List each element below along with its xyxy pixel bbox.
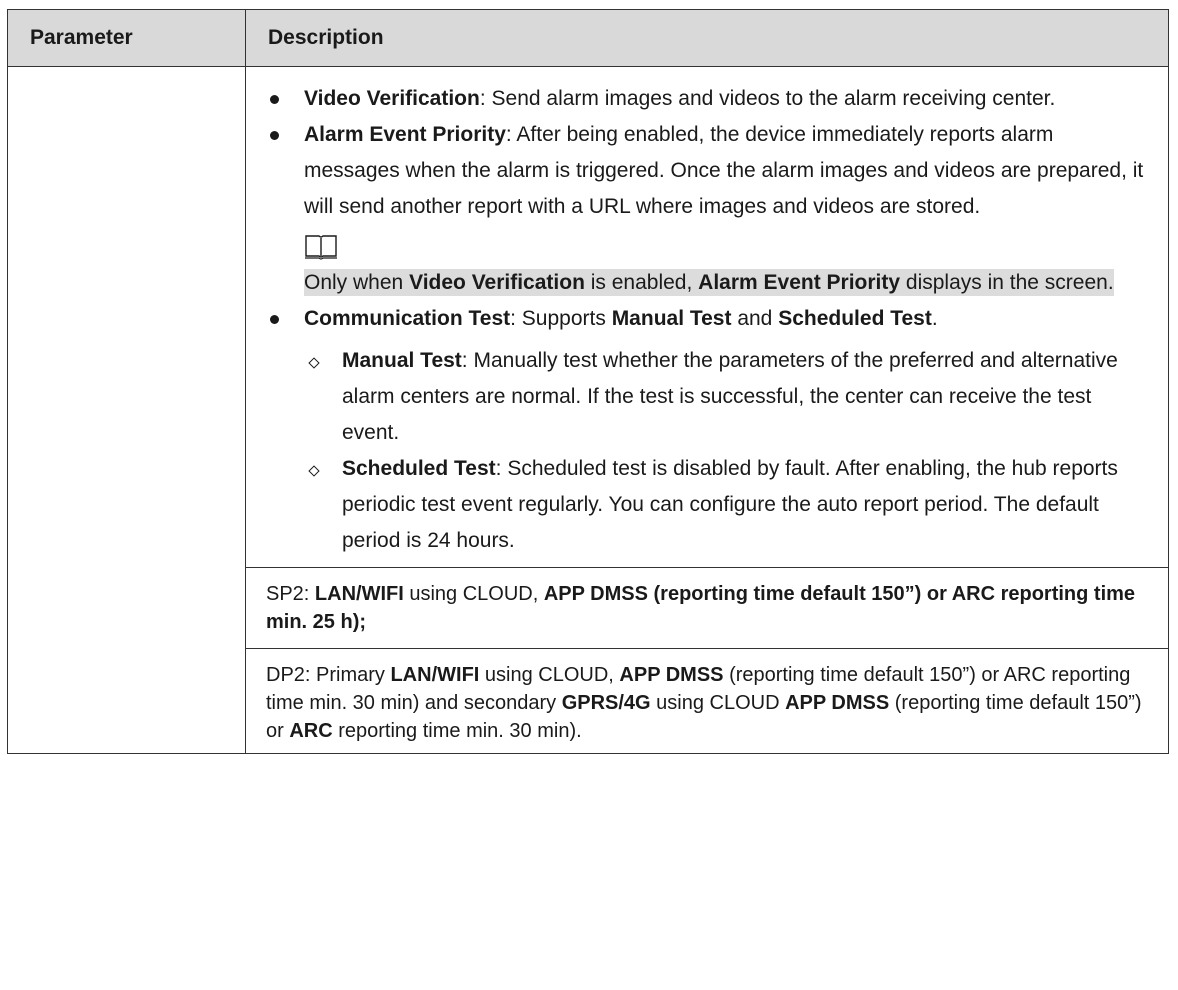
diamond-bullet-icon — [304, 343, 330, 451]
dp2-paragraph: DP2: Primary LAN/WIFI using CLOUD, APP D… — [246, 648, 1168, 753]
sub-item-manual-test: Manual Test: Manually test whether the p… — [304, 343, 1148, 451]
note-text-part: is enabled, — [584, 271, 699, 294]
comm-text-part: and — [731, 307, 779, 330]
table-header-row: Parameter Description — [7, 9, 1169, 67]
note-bold-video-verification: Video Verification — [409, 271, 585, 294]
list-item-communication-test: Communication Test: Supports Manual Test… — [266, 301, 1148, 337]
term-manual-test: Manual Test — [342, 349, 462, 372]
parameter-table: Parameter Description Video Verification… — [7, 9, 1169, 754]
term-alarm-event-priority: Alarm Event Priority — [304, 123, 506, 146]
dp2-text-part: reporting time min. 30 min). — [332, 720, 582, 742]
comm-bold-scheduled-test: Scheduled Test — [778, 307, 932, 330]
description-cell: Video Verification: Send alarm images an… — [245, 66, 1169, 754]
note-block: Only when Video Verification is enabled,… — [304, 233, 1148, 301]
comm-text-part: . — [931, 307, 938, 330]
comm-text-part: : Supports — [510, 307, 612, 330]
parameter-cell — [7, 66, 246, 754]
book-icon — [305, 235, 337, 260]
bullet-dot — [266, 81, 304, 117]
sp2-text-part: SP2: — [266, 583, 315, 605]
header-description: Description — [245, 9, 1169, 67]
description-main-block: Video Verification: Send alarm images an… — [246, 67, 1168, 567]
table-row: Video Verification: Send alarm images an… — [7, 66, 1169, 754]
term-video-verification: Video Verification — [304, 87, 480, 110]
sub-item-scheduled-test: Scheduled Test: Scheduled test is disabl… — [304, 451, 1148, 559]
note-text-part: Only when — [304, 271, 410, 294]
header-parameter: Parameter — [7, 9, 246, 67]
dp2-bold-app-dmss: APP DMSS — [619, 664, 724, 686]
desc-video-verification: : Send alarm images and videos to the al… — [479, 87, 1056, 110]
diamond-bullet-icon — [304, 451, 330, 559]
note-bold-alarm-event-priority: Alarm Event Priority — [698, 271, 901, 294]
dp2-bold-app-dmss-2: APP DMSS — [785, 692, 890, 714]
note-text: Only when Video Verification is enabled,… — [304, 269, 1114, 296]
list-item-alarm-event-priority: Alarm Event Priority: After being enable… — [266, 117, 1148, 225]
dp2-text-part: using CLOUD — [650, 692, 786, 714]
term-scheduled-test: Scheduled Test — [342, 457, 496, 480]
sp2-paragraph: SP2: LAN/WIFI using CLOUD, APP DMSS (rep… — [246, 567, 1168, 648]
sp2-bold-lan-wifi: LAN/WIFI — [314, 583, 404, 605]
dp2-bold-gprs-4g: GPRS/4G — [561, 692, 651, 714]
dp2-text-part: DP2: Primary — [266, 664, 391, 686]
dp2-bold-lan-wifi: LAN/WIFI — [390, 664, 480, 686]
comm-bold-manual-test: Manual Test — [611, 307, 732, 330]
bullet-dot — [266, 117, 304, 225]
sp2-text-part: using CLOUD, — [403, 583, 544, 605]
bullet-dot — [266, 301, 304, 337]
dp2-bold-arc: ARC — [289, 720, 333, 742]
dp2-text-part: using CLOUD, — [479, 664, 620, 686]
term-communication-test: Communication Test — [304, 307, 511, 330]
list-item-video-verification: Video Verification: Send alarm images an… — [266, 81, 1148, 117]
note-text-part: displays in the screen. — [900, 271, 1114, 294]
